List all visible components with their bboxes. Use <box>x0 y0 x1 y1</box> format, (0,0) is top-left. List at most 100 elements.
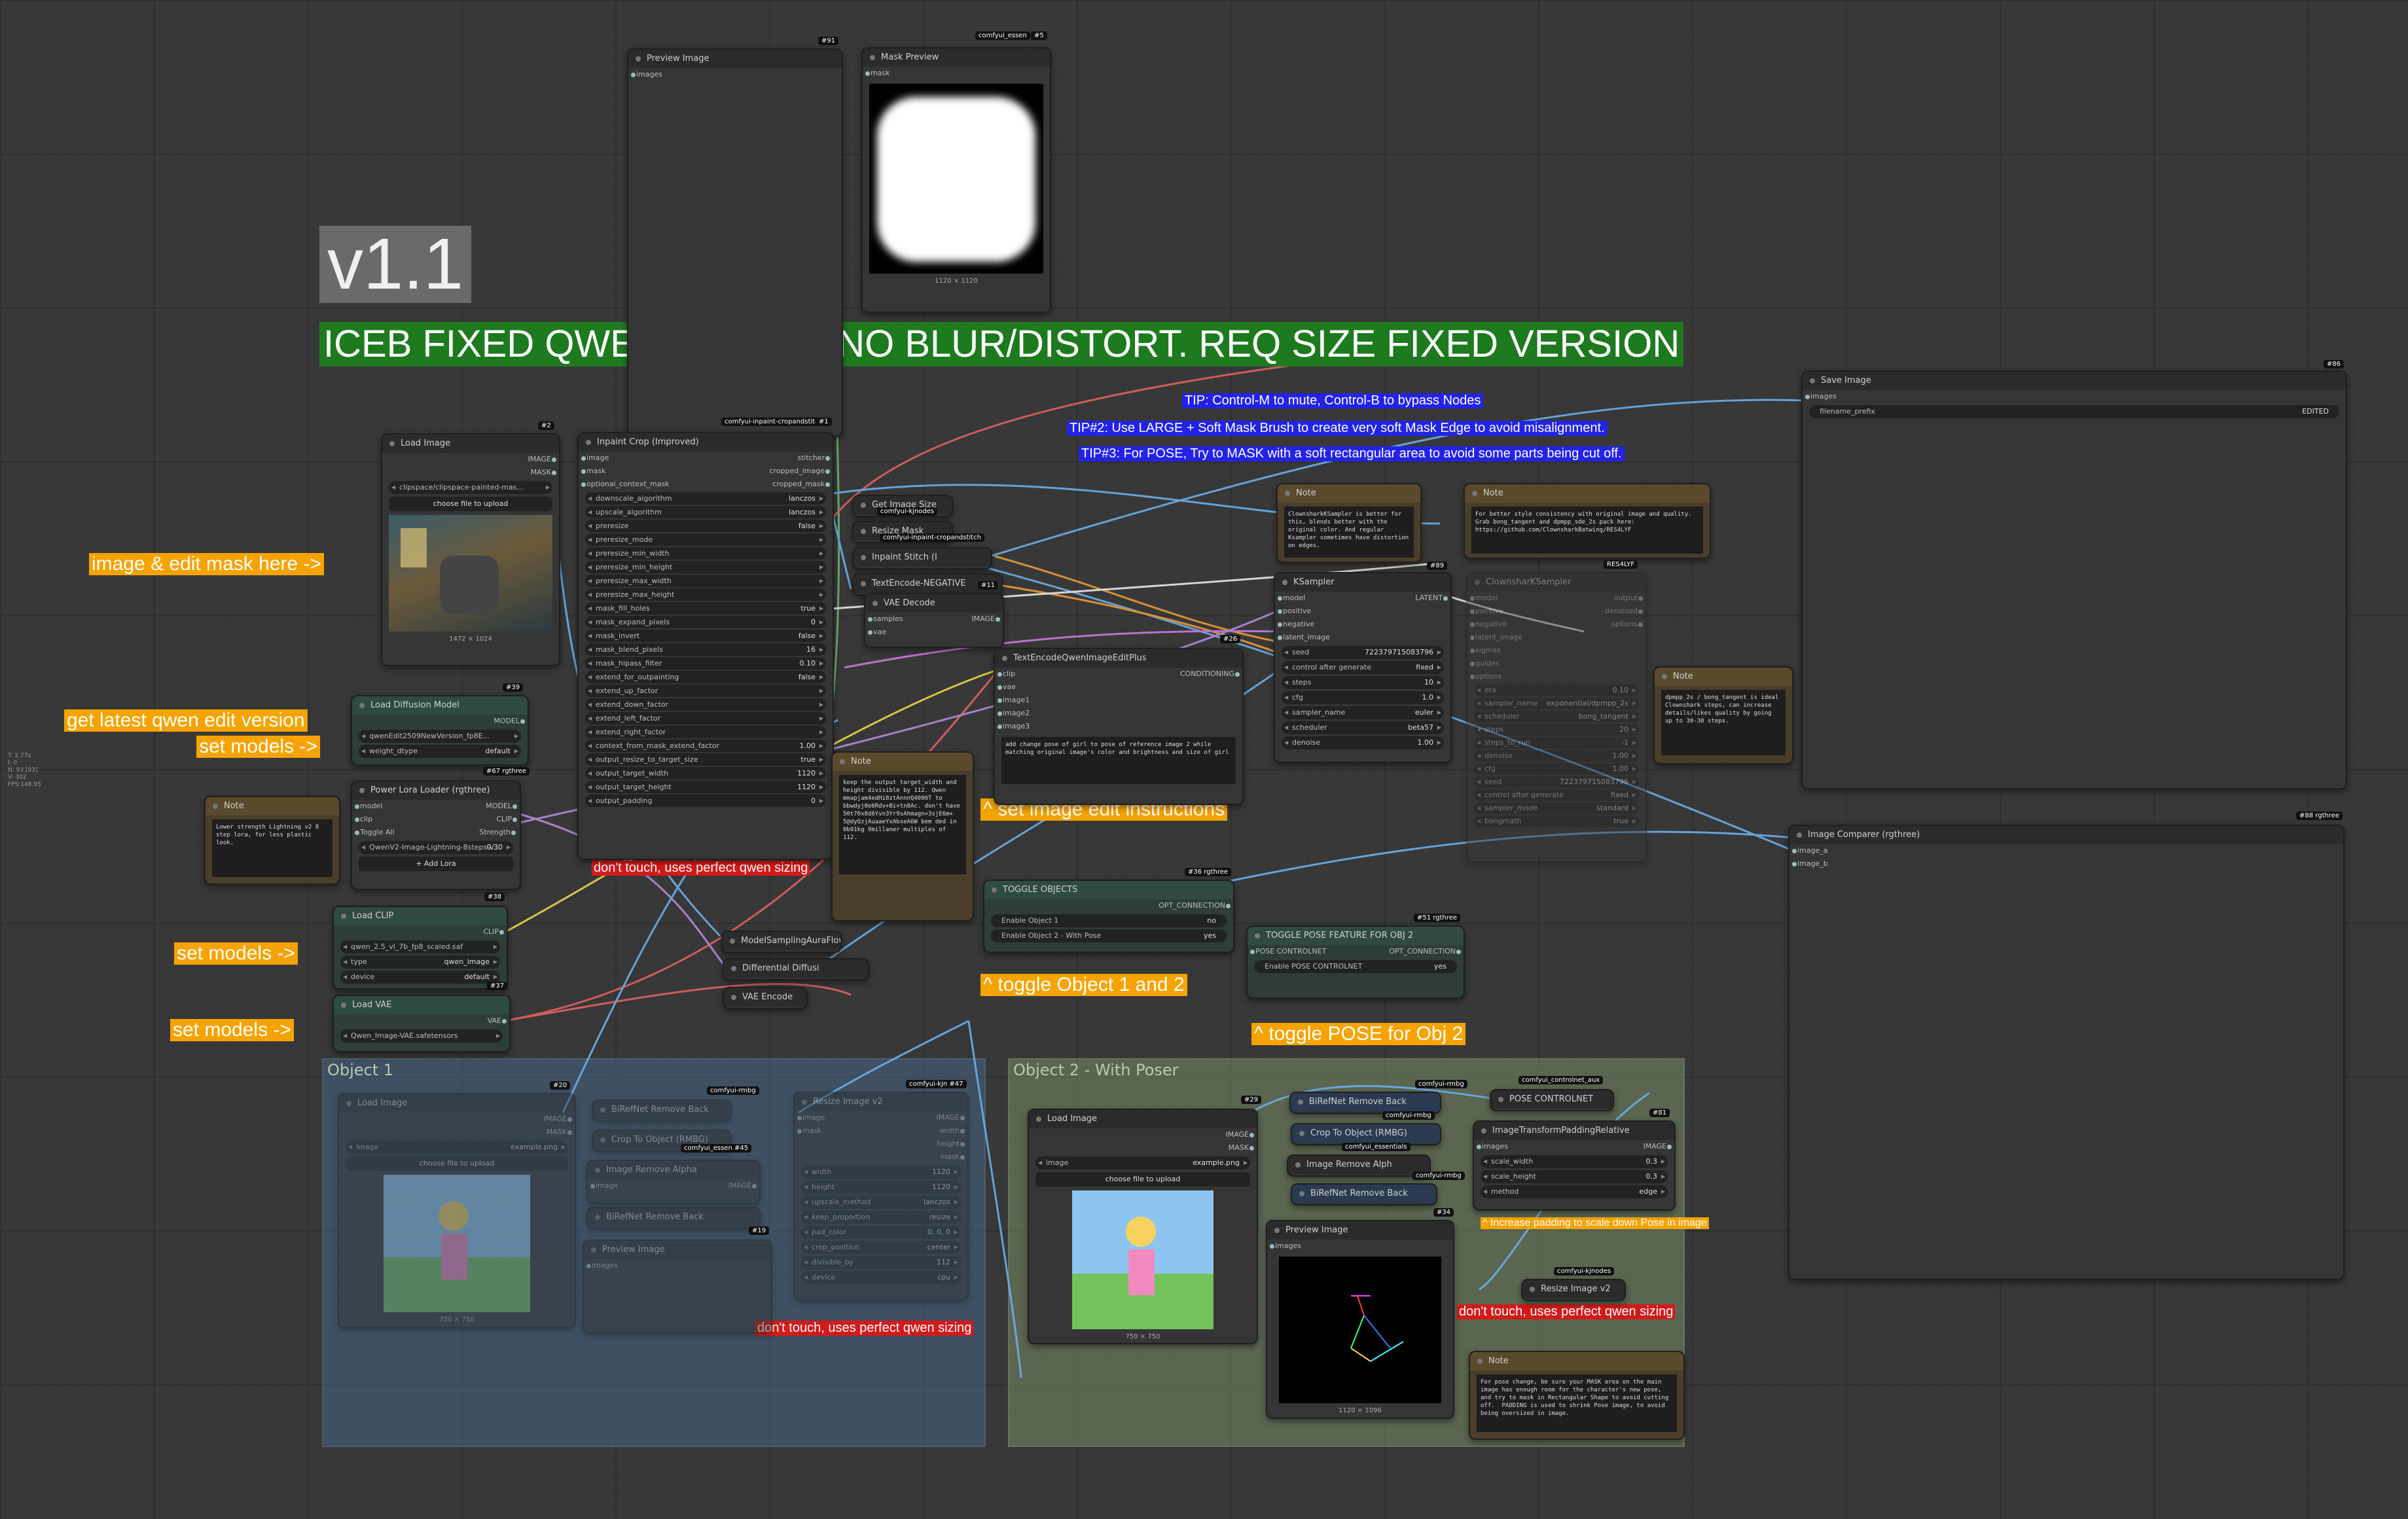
output-mask[interactable]: MASK <box>547 1126 573 1139</box>
widget-scale-width[interactable]: scale_width 0.3 <box>1481 1155 1668 1168</box>
widget-output-resize-to-target-size[interactable]: output_resize_to_target_size true <box>585 753 826 766</box>
widget-extend-up-factor[interactable]: extend_up_factor <box>585 685 826 697</box>
note-text[interactable]: dpmpp_2s / bong_tangent is ideal Clownsh… <box>1661 690 1786 755</box>
obj1-birefnet2-node[interactable]: BiRefNet Remove Back <box>586 1207 761 1229</box>
widget-steps[interactable]: steps 10 <box>1282 676 1444 689</box>
input-image2[interactable]: image2 <box>997 707 1030 720</box>
vae-name-select[interactable]: Qwen_Image-VAE.safetensors <box>340 1029 503 1043</box>
widget-mask-fill-holes[interactable]: mask_fill_holes true <box>585 602 826 615</box>
output-clip[interactable]: CLIP <box>496 813 517 826</box>
widget-control-after-generate[interactable]: control after generate fixed <box>1282 661 1444 674</box>
output-image[interactable]: IMAGE <box>728 1179 757 1192</box>
widget-method[interactable]: method edge <box>1481 1185 1668 1198</box>
obj2-remove-alpha-node[interactable]: Image Remove Alph <box>1287 1154 1431 1177</box>
input-negative[interactable]: negative <box>1469 618 1507 631</box>
input-vae[interactable]: vae <box>867 626 886 639</box>
toggle-enable-pose-controlnet[interactable]: Enable POSE CONTROLNET yes <box>1254 960 1457 973</box>
widget-mask-blend-pixels[interactable]: mask_blend_pixels 16 <box>585 643 826 656</box>
input-vae[interactable]: vae <box>997 681 1016 694</box>
widget-preresize-min-width[interactable]: preresize_min_width <box>585 547 826 560</box>
weight-dtype-select[interactable]: weight_dtypedefault <box>359 745 521 758</box>
output-height[interactable]: height <box>937 1137 965 1151</box>
widget-extend-down-factor[interactable]: extend_down_factor <box>585 698 826 711</box>
obj2-birefnet-node[interactable]: BiRefNet Remove Back <box>1289 1092 1441 1114</box>
input-options[interactable]: options <box>1470 670 1502 683</box>
widget-keep-proportion[interactable]: keep_proportion resize <box>801 1211 961 1224</box>
clip-type-select[interactable]: typeqwen_image <box>340 956 500 969</box>
note-text[interactable]: For better style consistency with origin… <box>1471 507 1703 554</box>
output-output[interactable]: output <box>1614 592 1644 605</box>
input-negative[interactable]: negative <box>1277 618 1314 631</box>
widget-output-target-width[interactable]: output_target_width 1120 <box>585 767 826 779</box>
widget-preresize-min-height[interactable]: preresize_min_height <box>585 561 826 573</box>
input-mask[interactable]: mask <box>581 465 606 478</box>
image-file-select[interactable]: imageexample.png <box>346 1141 568 1154</box>
inpaint-stitch-node[interactable]: Inpaint Stitch (I <box>852 547 992 569</box>
note-text[interactable]: keep the output target_width and height … <box>839 775 966 874</box>
note-main[interactable]: Note keep the output target_width and he… <box>831 751 974 921</box>
input-mask[interactable]: mask <box>797 1124 822 1137</box>
input-mask[interactable]: mask <box>865 67 890 80</box>
input-guides[interactable]: guides <box>1470 657 1500 670</box>
input-image3[interactable]: image3 <box>997 720 1030 733</box>
input-clip[interactable]: clip <box>997 668 1015 681</box>
input-positive[interactable]: positive <box>1469 605 1503 618</box>
pose-controlnet-node[interactable]: POSE CONTROLNET <box>1490 1089 1614 1111</box>
clownshark-sampler-node[interactable]: ClownsharKSampler model output positive de… <box>1466 572 1647 863</box>
input-sigmas[interactable]: sigmas <box>1470 644 1501 657</box>
input-latent-image[interactable]: latent_image <box>1470 631 1522 644</box>
widget-seed[interactable]: seed 722379715083796 <box>1474 776 1639 788</box>
note-text[interactable]: ClownsharkKSampler is better for this, b… <box>1284 507 1414 558</box>
input-image-b[interactable]: image_b <box>1792 857 1828 870</box>
output-image[interactable]: IMAGE <box>1225 1128 1254 1141</box>
load-clip-node[interactable]: Load CLIP CLIP qwen_2.5_vl_7b_fp8_scaled… <box>332 906 508 990</box>
input-image-a[interactable]: image_a <box>1792 844 1828 857</box>
widget-steps[interactable]: steps 20 <box>1474 724 1639 736</box>
widget-cfg[interactable]: cfg 1.0 <box>1282 691 1444 704</box>
widget-crop-position[interactable]: crop_position center <box>801 1241 961 1254</box>
output-clip[interactable]: CLIP <box>483 925 504 938</box>
widget-control-after-generate[interactable]: control after generate fixed <box>1474 789 1639 801</box>
widget-steps-to-run[interactable]: steps_to_run -1 <box>1474 737 1639 749</box>
model-sampling-node[interactable]: ModelSamplingAuraFlow <box>721 931 842 953</box>
output-model[interactable]: MODEL <box>494 715 525 728</box>
choose-file-button[interactable]: choose file to upload <box>1035 1172 1250 1187</box>
input-clip[interactable]: clip <box>354 813 372 826</box>
toggle-enable-object-2[interactable]: Enable Object 2 - With Pose yes <box>991 929 1227 942</box>
vae-encode-node[interactable]: VAE Encode <box>723 987 808 1009</box>
output-image[interactable]: IMAGE <box>936 1111 965 1124</box>
mask-preview-node[interactable]: Mask Preview mask 1120 × 1120 <box>861 47 1051 313</box>
widget-sampler-name[interactable]: sampler_name exponential/dpmpp_2s <box>1474 698 1639 709</box>
output-mask[interactable]: MASK <box>1229 1141 1255 1154</box>
widget-scale-height[interactable]: scale_height 0.3 <box>1481 1170 1668 1183</box>
note-lora[interactable]: Note Lower strength Lightning v2 8 step … <box>204 796 340 885</box>
output-conditioning[interactable]: CONDITIONING <box>1180 668 1240 681</box>
obj2-crop-node[interactable]: Crop To Object (RMBG) <box>1291 1123 1441 1145</box>
widget-mask-invert[interactable]: mask_invert false <box>585 630 826 642</box>
input-images[interactable]: images <box>631 68 662 81</box>
output-denoised[interactable]: denoised <box>1605 605 1643 618</box>
widget-eta[interactable]: eta 0.10 <box>1474 685 1639 696</box>
obj1-load-image-node[interactable]: Load Image IMAGE MASK imageexample.png c… <box>338 1093 576 1329</box>
textencode-qwen-node[interactable]: TextEncodeQwenImageEditPlus clip CONDITIO… <box>994 648 1244 805</box>
input-image[interactable]: image <box>797 1111 825 1124</box>
input-pose-controlnet[interactable]: POSE CONTROLNET <box>1249 945 1326 958</box>
vae-decode-node[interactable]: VAE Decode samples IMAGE vae <box>864 593 1004 648</box>
output-mask[interactable]: mask <box>940 1151 965 1164</box>
input-images[interactable]: images <box>1805 390 1837 403</box>
widget-seed[interactable]: seed 722379715083796 <box>1282 646 1444 659</box>
widget-sampler-mode[interactable]: sampler_mode standard <box>1474 802 1639 814</box>
widget-sampler-name[interactable]: sampler_name euler <box>1282 706 1444 719</box>
input-images[interactable]: images <box>586 1259 618 1272</box>
load-image-node[interactable]: Load Image IMAGE MASK clipspace/clipspac… <box>381 433 560 666</box>
toggle-all-label[interactable]: Toggle All <box>355 826 395 839</box>
output-model[interactable]: MODEL <box>486 800 517 813</box>
differential-diffusion-node[interactable]: Differential Diffusi <box>723 958 869 980</box>
obj2-resize-node[interactable]: Resize Image v2 <box>1521 1279 1626 1301</box>
output-stitcher[interactable]: stitcher <box>797 452 830 465</box>
output-options[interactable]: options <box>1611 618 1643 631</box>
widget-context-from-mask-extend-factor[interactable]: context_from_mask_extend_factor 1.00 <box>585 740 826 752</box>
power-lora-loader-node[interactable]: Power Lora Loader (rgthree) model MODEL c… <box>351 780 521 890</box>
obj2-load-image-node[interactable]: Load Image IMAGE MASK imageexample.png c… <box>1028 1109 1258 1344</box>
input-images[interactable]: images <box>1477 1140 1508 1153</box>
